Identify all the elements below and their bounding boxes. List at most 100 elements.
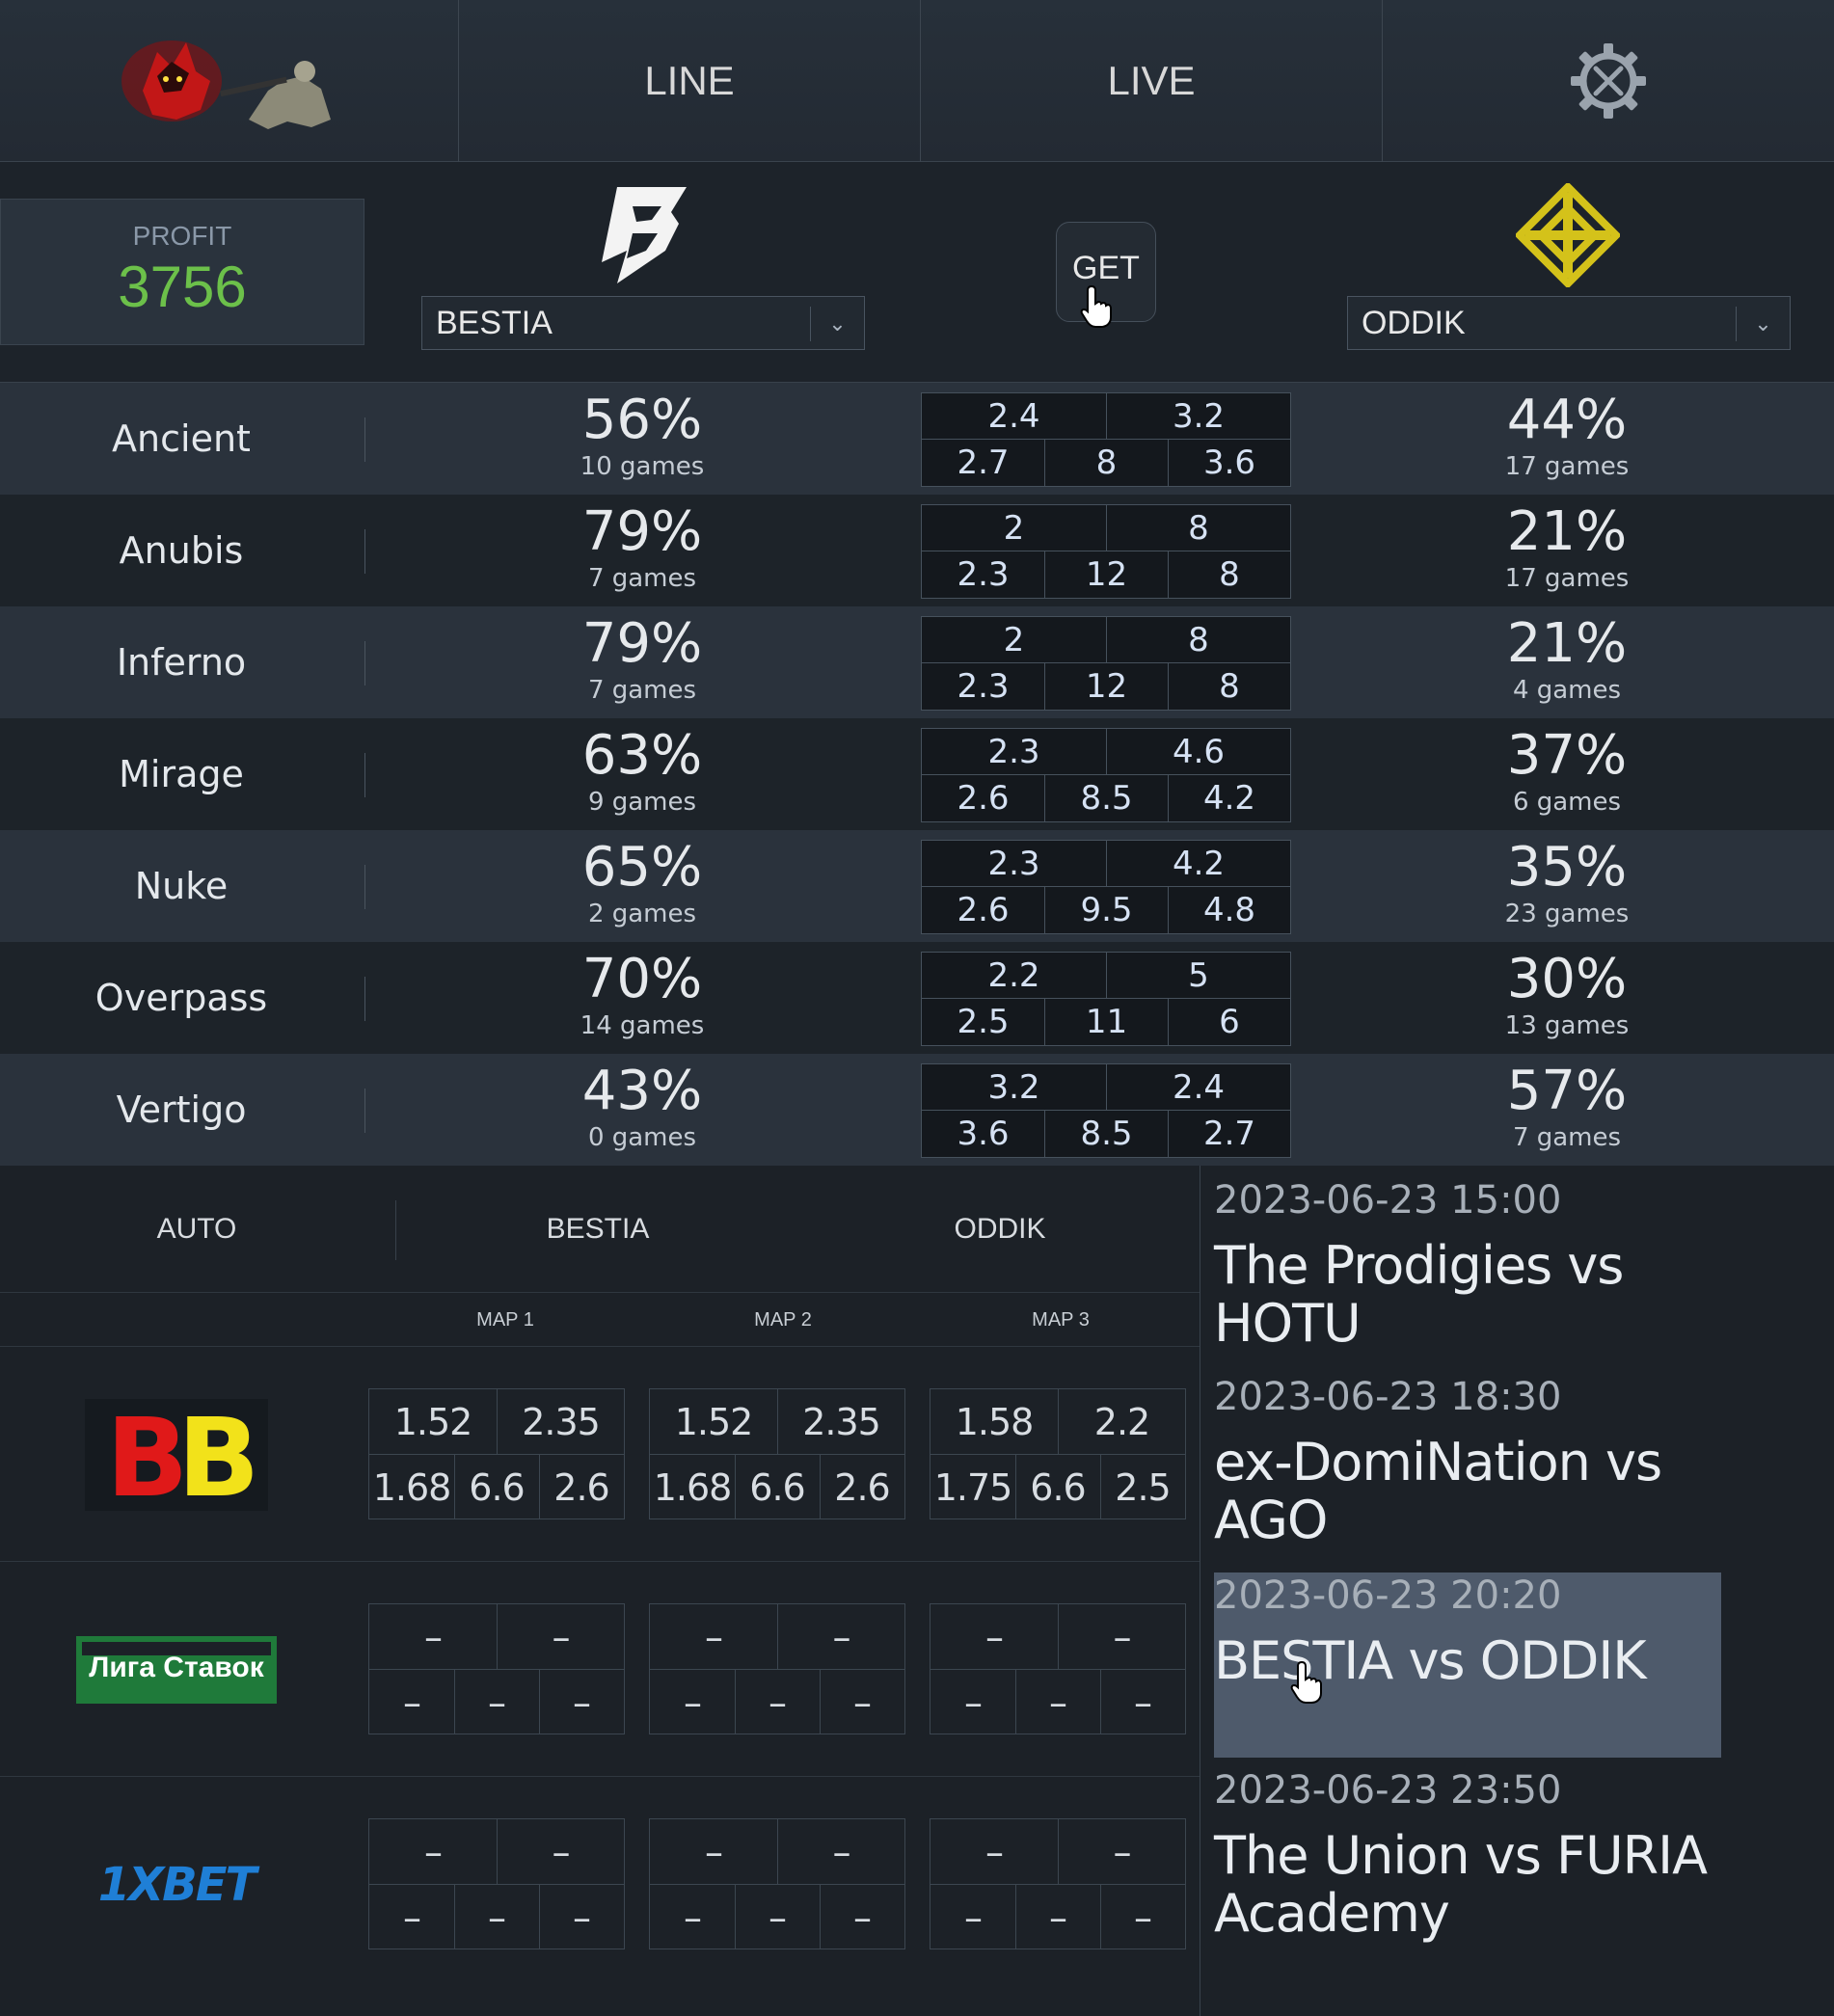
grid-line xyxy=(1044,775,1045,821)
odds-cell: 2.6 xyxy=(957,891,1010,929)
match-item[interactable]: 2023-06-23 15:00 The Prodigies vs HOTU xyxy=(1214,1177,1715,1353)
grid-line xyxy=(777,1389,778,1454)
1xbet-logo-text: 1XBET xyxy=(97,1858,257,1912)
grid-line xyxy=(1044,663,1045,710)
map-name: Vertigo xyxy=(116,1089,247,1131)
map-row-anubis[interactable]: Anubis 79% 7 games 2 8 2.3 12 8 21% 17 g… xyxy=(0,495,1834,606)
grid-line xyxy=(922,439,1290,440)
odds-cell: – xyxy=(1113,1830,1132,1873)
odds-cell: – xyxy=(403,1680,421,1724)
odds-cell: 5 xyxy=(1188,956,1209,995)
map-name: Overpass xyxy=(94,977,268,1019)
auto-label: AUTO xyxy=(156,1213,237,1245)
odds-cell: – xyxy=(853,1895,872,1939)
grid-line xyxy=(497,1604,498,1669)
map-row-inferno[interactable]: Inferno 79% 7 games 2 8 2.3 12 8 21% 4 g… xyxy=(0,606,1834,718)
odds-cell: 2 xyxy=(1003,621,1025,659)
odds-cell: – xyxy=(1049,1895,1067,1939)
soldier-figure-icon xyxy=(219,61,331,129)
team-b-winrate: 57% 7 games xyxy=(1384,1054,1750,1166)
odds-cell: – xyxy=(1134,1680,1152,1724)
odds-cell: – xyxy=(769,1680,787,1724)
grid-line xyxy=(735,1670,736,1734)
tab-line-label: LINE xyxy=(644,58,735,103)
team-a-select[interactable]: BESTIA ⌄ xyxy=(421,296,865,350)
map-row-nuke[interactable]: Nuke 65% 2 games 2.3 4.2 2.6 9.5 4.8 35%… xyxy=(0,830,1834,942)
map-name: Ancient xyxy=(112,417,251,460)
odds-cell: 6.6 xyxy=(1030,1465,1086,1509)
match-item[interactable]: 2023-06-23 23:50 The Union vs FURIA Acad… xyxy=(1214,1767,1754,1943)
bookmaker-row-bb: B B 1.52 2.35 1.68 6.6 2.6 1.52 2.35 1.6… xyxy=(0,1348,1200,1562)
games-count: 17 games xyxy=(1504,452,1630,481)
odds-cell: 3.2 xyxy=(987,1068,1040,1107)
chevron-down-icon[interactable]: ⌄ xyxy=(810,307,864,341)
bk-odds-grid: 1.52 2.35 1.68 6.6 2.6 xyxy=(368,1388,625,1519)
grid-line xyxy=(820,1670,821,1734)
grid-line xyxy=(1106,953,1107,998)
odds-cell: – xyxy=(1113,1615,1132,1658)
map-row-vertigo[interactable]: Vertigo 43% 0 games 3.2 2.4 3.6 8.5 2.7 … xyxy=(0,1054,1834,1166)
match-item[interactable]: 2023-06-23 18:30 ex-DomiNation vs AGO xyxy=(1214,1374,1715,1549)
winrate-percent: 21% xyxy=(1506,612,1628,675)
odds-cell: – xyxy=(985,1615,1004,1658)
grid-line xyxy=(1168,999,1169,1045)
odds-cell: 8.5 xyxy=(1080,1115,1133,1153)
team-b-winrate: 21% 17 games xyxy=(1384,495,1750,606)
odds-cell: 3.6 xyxy=(957,1115,1010,1153)
odds-cell: – xyxy=(573,1895,591,1939)
tab-line[interactable]: LINE xyxy=(459,0,920,162)
odds-cell: 2.3 xyxy=(987,845,1040,883)
grid-line xyxy=(922,662,1290,663)
grid-line xyxy=(1044,999,1045,1045)
team-a-winrate: 63% 9 games xyxy=(459,718,825,830)
games-count: 10 games xyxy=(580,452,705,481)
tab-live[interactable]: LIVE xyxy=(921,0,1382,162)
map-odds-box: 2 8 2.3 12 8 xyxy=(921,504,1291,599)
odds-cell: – xyxy=(552,1830,571,1873)
grid-line xyxy=(1106,1064,1107,1110)
auto-toggle[interactable]: AUTO xyxy=(0,1166,393,1293)
grid-line xyxy=(930,1884,1185,1885)
grid-line xyxy=(650,1454,904,1455)
bk-odds-grid: – – – – – xyxy=(649,1818,905,1949)
odds-cell: – xyxy=(964,1680,983,1724)
bk-odds-grid: 1.58 2.2 1.75 6.6 2.5 xyxy=(930,1388,1186,1519)
map-row-ancient[interactable]: Ancient 56% 10 games 2.4 3.2 2.7 8 3.6 4… xyxy=(0,383,1834,495)
svg-text:B: B xyxy=(106,1399,188,1511)
odds-cell: – xyxy=(705,1615,723,1658)
odds-cell: 2 xyxy=(1003,509,1025,548)
grid-line xyxy=(820,1455,821,1519)
grid-line xyxy=(454,1455,455,1519)
team-b-select[interactable]: ODDIK ⌄ xyxy=(1347,296,1791,350)
winrate-percent: 43% xyxy=(581,1060,703,1122)
winrate-percent: 65% xyxy=(581,836,703,899)
map-row-mirage[interactable]: Mirage 63% 9 games 2.3 4.6 2.6 8.5 4.2 3… xyxy=(0,718,1834,830)
odds-cell: 8.5 xyxy=(1080,779,1133,818)
settings-button[interactable] xyxy=(1383,0,1834,162)
odds-cell: 2.5 xyxy=(1115,1465,1171,1509)
odds-cell: 1.58 xyxy=(955,1400,1035,1443)
odds-cell: 2.2 xyxy=(987,956,1040,995)
odds-cell: 4.2 xyxy=(1202,779,1256,818)
profit-value: 3756 xyxy=(118,255,247,319)
games-count: 23 games xyxy=(1504,900,1630,928)
grid-line xyxy=(369,1669,624,1670)
winrate-percent: 79% xyxy=(581,612,703,675)
games-count: 2 games xyxy=(587,900,697,928)
team-a-winrate: 56% 10 games xyxy=(459,383,825,495)
map-row-overpass[interactable]: Overpass 70% 14 games 2.2 5 2.5 11 6 30%… xyxy=(0,942,1834,1054)
chevron-down-icon[interactable]: ⌄ xyxy=(1736,307,1790,341)
odds-cell: – xyxy=(832,1615,851,1658)
odds-cell: – xyxy=(705,1830,723,1873)
odds-cell: 8 xyxy=(1095,444,1118,482)
map-header: MAP 1 xyxy=(476,1309,534,1331)
get-button-label: GET xyxy=(1072,249,1140,286)
odds-cell: 2.35 xyxy=(802,1400,881,1443)
games-count: 6 games xyxy=(1512,788,1622,817)
grid-line xyxy=(454,1670,455,1734)
odds-cell: 8 xyxy=(1188,621,1209,659)
odds-cell: 12 xyxy=(1085,555,1128,594)
grid-line xyxy=(930,1454,1185,1455)
winrate-percent: 57% xyxy=(1506,1060,1628,1122)
grid-line xyxy=(1100,1885,1101,1949)
